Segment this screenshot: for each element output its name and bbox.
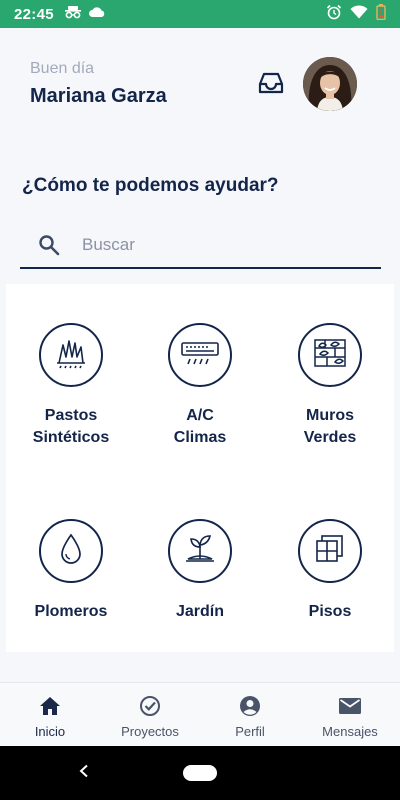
service-muros-verdes[interactable]: Muros Verdes [265,323,395,449]
nav-item-inicio[interactable]: Inicio [0,683,100,746]
status-right-icons [326,3,386,25]
status-left-icons [64,5,106,24]
service-jardin[interactable]: Jardín [135,519,265,623]
search-input[interactable] [82,230,362,260]
bottom-navigation: Inicio Proyectos Perfil Mensajes [0,682,400,746]
account-circle-icon [238,694,262,718]
service-icon-circle [298,519,362,583]
nav-item-mensajes[interactable]: Mensajes [300,683,400,746]
nav-label: Proyectos [121,724,179,739]
search-bar[interactable] [20,222,381,269]
service-icon-circle [168,519,232,583]
avatar[interactable] [303,57,357,111]
wifi-icon [350,4,368,24]
service-plomeros[interactable]: Plomeros [6,519,136,623]
sprout-icon [182,531,218,572]
search-icon [38,234,60,256]
service-label: Muros Verdes [303,407,357,446]
service-label: A/C Climas [173,407,227,446]
service-icon-circle [39,323,103,387]
water-drop-icon [56,532,86,571]
user-name: Mariana Garza [30,85,167,107]
alarm-icon [326,4,342,25]
service-pastos-sinteticos[interactable]: Pastos Sintéticos [6,323,136,449]
incognito-icon [64,5,82,24]
services-grid: Pastos Sintéticos A/C Climas Muros Verde… [6,284,394,652]
service-label: Pisos [308,603,352,620]
greeting-text: Buen día [30,60,95,77]
nav-label: Perfil [235,724,265,739]
inbox-icon [258,72,284,99]
floor-tiles-icon [313,532,347,571]
service-label: Plomeros [34,603,108,620]
nav-item-proyectos[interactable]: Proyectos [100,683,200,746]
header: Buen día Mariana Garza [0,28,400,138]
service-ac-climas[interactable]: A/C Climas [135,323,265,449]
inbox-button[interactable] [257,72,285,98]
help-title: ¿Cómo te podemos ayudar? [22,175,279,196]
service-icon-circle [39,519,103,583]
status-time: 22:45 [14,5,54,23]
status-bar: 22:45 [0,0,400,28]
service-pisos[interactable]: Pisos [265,519,395,623]
service-label: Jardín [175,603,224,620]
service-icon-circle [298,323,362,387]
nav-label: Inicio [34,724,66,739]
check-circle-icon [138,694,162,718]
home-pill-button[interactable] [183,765,217,781]
service-icon-circle [168,323,232,387]
service-label: Pastos Sintéticos [32,407,110,446]
grass-icon [53,335,89,376]
back-button[interactable] [74,763,94,783]
home-icon [38,694,62,718]
air-conditioner-icon [180,338,220,373]
battery-low-icon [376,3,386,25]
cloud-icon [88,5,106,23]
nav-label: Mensajes [322,724,378,739]
system-navigation-bar [0,746,400,800]
chevron-left-icon [78,764,90,783]
mail-icon [338,694,362,718]
nav-item-perfil[interactable]: Perfil [200,683,300,746]
green-wall-icon [311,336,349,375]
